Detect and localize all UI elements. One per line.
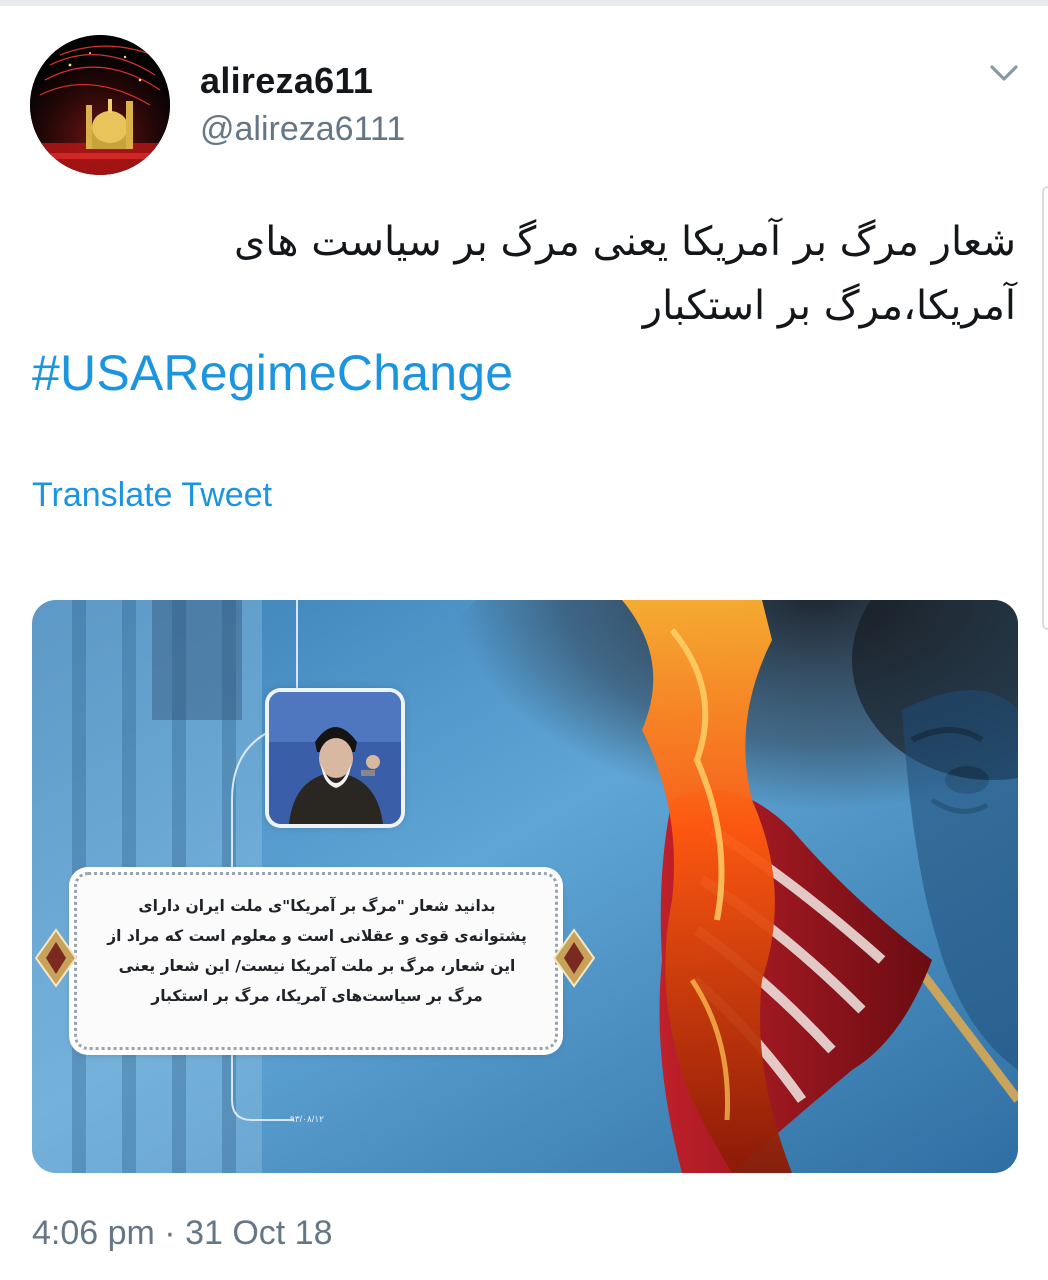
quote-text: بدانید شعار "مرگ بر آمریکا"ی ملت ایران د…	[91, 891, 543, 1011]
hashtag-link[interactable]: #USARegimeChange	[32, 344, 513, 402]
translate-tweet-link[interactable]: Translate Tweet	[32, 476, 272, 515]
quote-line: بدانید شعار "مرگ بر آمریکا"ی ملت ایران د…	[138, 897, 496, 915]
speaker-portrait	[269, 692, 401, 824]
quote-line: پشتوانه‌ی قوی و عقلانی است و معلوم است ک…	[107, 927, 527, 945]
top-divider	[0, 0, 1048, 6]
scroll-edge	[1042, 186, 1048, 630]
quote-box: بدانید شعار "مرگ بر آمریکا"ی ملت ایران د…	[74, 872, 558, 1050]
user-handle[interactable]: @alireza6111	[200, 110, 405, 149]
chevron-down-icon[interactable]	[984, 58, 1024, 88]
image-date-caption: ۹۳/۰۸/۱۲	[290, 1114, 325, 1124]
avatar[interactable]	[30, 35, 170, 175]
avatar-image	[30, 35, 170, 175]
quote-line: این شعار، مرگ بر ملت آمریکا نیست/ این شع…	[118, 957, 516, 975]
tweet-image[interactable]: بدانید شعار "مرگ بر آمریکا"ی ملت ایران د…	[32, 600, 1018, 1173]
ornament-right-icon	[552, 928, 596, 988]
tweet-detail: alireza611 @alireza6111 شعار مرگ بر آمری…	[0, 0, 1048, 1280]
tweet-text: شعار مرگ بر آمریکا یعنی مرگ بر سیاست های…	[233, 219, 1016, 329]
ornament-left-icon	[34, 928, 78, 988]
display-name[interactable]: alireza611	[200, 60, 373, 102]
quote-line: مرگ بر سیاست‌های آمریکا، مرگ بر استکبار	[151, 987, 483, 1005]
tweet-timestamp[interactable]: 4:06 pm · 31 Oct 18	[32, 1214, 333, 1253]
